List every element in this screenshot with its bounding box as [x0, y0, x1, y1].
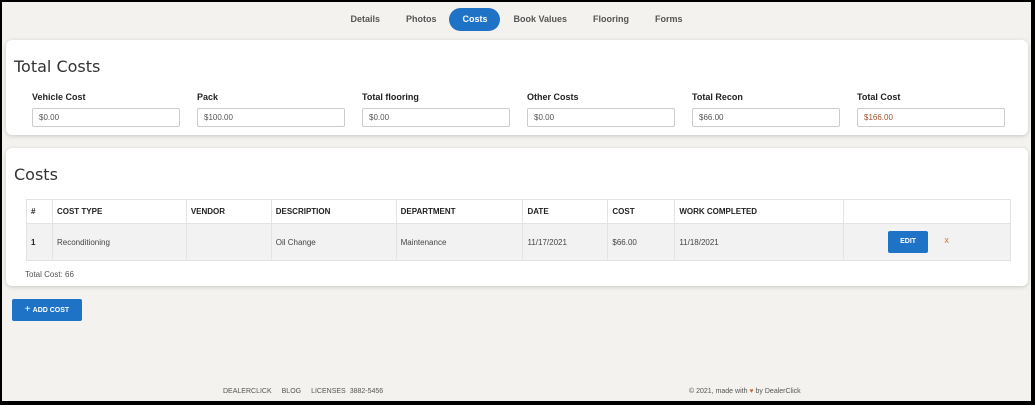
total-cost-label: Total Cost — [857, 92, 901, 102]
total-cost-input[interactable] — [857, 108, 1005, 127]
total-recon-input[interactable] — [692, 108, 840, 127]
footer-links: DEALERCLICK BLOG LICENSES 3882-5456 — [223, 388, 383, 395]
row-description: Oil Change — [270, 223, 397, 261]
row-date: 11/17/2021 — [522, 223, 608, 261]
footer-link-licenses[interactable]: LICENSES — [311, 388, 346, 395]
total-cost-group: Total Cost — [857, 92, 1005, 127]
other-costs-label: Other Costs — [527, 92, 579, 102]
table-row: 1 Reconditioning Oil Change Maintenance … — [26, 223, 1011, 261]
plus-icon: + — [24, 304, 31, 315]
license-number: 3882-5456 — [349, 388, 384, 395]
total-flooring-group: Total flooring — [362, 92, 510, 127]
col-header-cost: COST — [607, 199, 675, 224]
pack-input[interactable] — [197, 108, 345, 127]
row-work-completed: 11/18/2021 — [674, 223, 844, 261]
row-department: Maintenance — [395, 223, 523, 261]
pack-group: Pack — [197, 92, 345, 127]
add-cost-label: ADD COST — [32, 306, 70, 314]
delete-icon[interactable]: x — [944, 235, 949, 245]
row-cost-type: Reconditioning — [51, 223, 187, 261]
tab-book-values[interactable]: Book Values — [500, 8, 580, 31]
col-header-date: DATE — [522, 199, 608, 224]
total-costs-card: Total Costs Vehicle Cost Pack Total floo… — [6, 40, 1028, 135]
table-header-row: # COST TYPE VENDOR DESCRIPTION DEPARTMEN… — [26, 199, 1011, 224]
tab-photos[interactable]: Photos — [393, 8, 450, 31]
footer-link-blog[interactable]: BLOG — [282, 388, 301, 395]
tab-bar: Details Photos Costs Book Values Floorin… — [2, 8, 1031, 31]
vehicle-cost-input[interactable] — [32, 108, 180, 127]
edit-button[interactable]: EDIT — [888, 231, 929, 253]
row-vendor — [185, 223, 272, 261]
costs-title: Costs — [14, 165, 58, 184]
app-window: Details Photos Costs Book Values Floorin… — [2, 2, 1031, 401]
copyright-prefix: © 2021, made with — [689, 388, 748, 395]
total-flooring-label: Total flooring — [362, 92, 419, 102]
tab-flooring[interactable]: Flooring — [580, 8, 642, 31]
heart-icon: ♥ — [749, 388, 754, 395]
row-cost: $66.00 — [607, 223, 675, 261]
tab-costs[interactable]: Costs — [449, 8, 501, 31]
row-actions: EDIT x — [843, 223, 1011, 261]
costs-total-text: Total Cost: 66 — [25, 270, 74, 279]
copyright-suffix: by DealerClick — [755, 388, 801, 395]
tab-details[interactable]: Details — [337, 8, 393, 31]
col-header-work-completed: WORK COMPLETED — [674, 199, 844, 224]
vehicle-cost-label: Vehicle Cost — [32, 92, 86, 102]
col-header-number: # — [26, 199, 53, 224]
add-cost-button[interactable]: + ADD COST — [12, 299, 82, 321]
total-flooring-input[interactable] — [362, 108, 510, 127]
costs-table: # COST TYPE VENDOR DESCRIPTION DEPARTMEN… — [26, 199, 1011, 261]
vehicle-cost-group: Vehicle Cost — [32, 92, 180, 127]
col-header-cost-type: COST TYPE — [51, 199, 187, 224]
footer-copyright: © 2021, made with ♥ by DealerClick — [689, 388, 801, 395]
col-header-description: DESCRIPTION — [270, 199, 397, 224]
col-header-vendor: VENDOR — [185, 199, 272, 224]
total-recon-label: Total Recon — [692, 92, 743, 102]
row-number: 1 — [26, 223, 53, 261]
total-costs-title: Total Costs — [14, 57, 101, 76]
pack-label: Pack — [197, 92, 219, 102]
other-costs-group: Other Costs — [527, 92, 675, 127]
tab-forms[interactable]: Forms — [642, 8, 696, 31]
costs-card: Costs # COST TYPE VENDOR DESCRIPTION DEP… — [6, 148, 1028, 286]
other-costs-input[interactable] — [527, 108, 675, 127]
total-recon-group: Total Recon — [692, 92, 840, 127]
col-header-actions — [843, 199, 1011, 224]
footer-link-dealerclick[interactable]: DEALERCLICK — [223, 388, 272, 395]
col-header-department: DEPARTMENT — [395, 199, 523, 224]
